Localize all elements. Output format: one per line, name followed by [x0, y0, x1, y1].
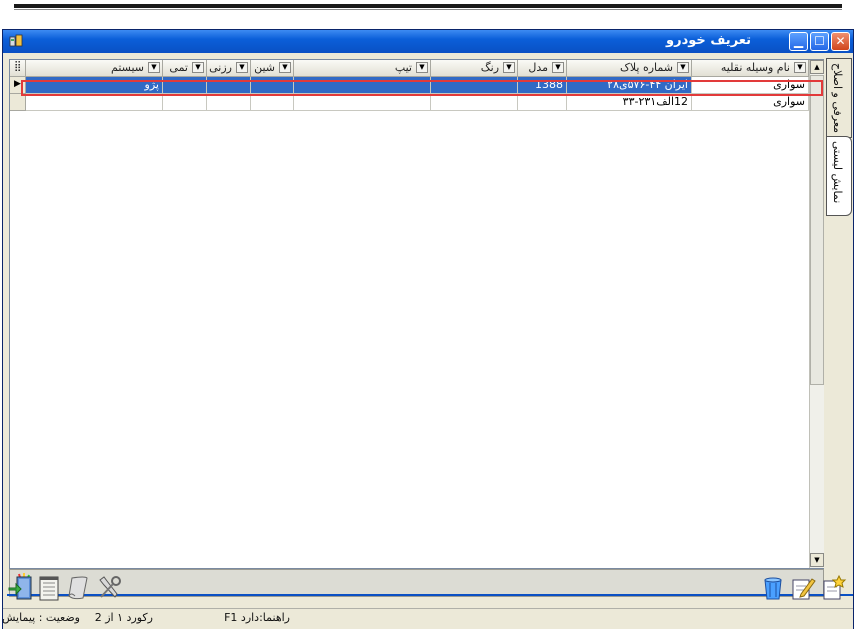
- grid-corner-icon[interactable]: ⣿: [10, 60, 26, 77]
- col-header-type[interactable]: ▼ تیپ: [294, 60, 431, 77]
- cell-plate[interactable]: 12الف۲۳۱-۳۳: [567, 94, 692, 111]
- cell-type[interactable]: [294, 77, 431, 94]
- vehicle-grid[interactable]: ⣿ ▼ نام وسیله نقلیه ▼ شماره پلاک ▼ مدل ▼ رنگ…: [9, 59, 824, 569]
- vertical-scrollbar[interactable]: ▲ ▼: [809, 60, 824, 568]
- car-app-icon[interactable]: [9, 34, 23, 48]
- exit-icon[interactable]: [7, 574, 35, 602]
- cell-capacity[interactable]: [163, 77, 207, 94]
- chevron-down-icon[interactable]: ▼: [677, 62, 689, 73]
- col-header-color[interactable]: ▼ رنگ: [431, 60, 518, 77]
- chevron-down-icon[interactable]: ▼: [279, 62, 291, 73]
- cell-vehicle-name[interactable]: سواری: [692, 94, 809, 111]
- row-pointer-icon[interactable]: ▶: [10, 77, 26, 94]
- top-border-line-thin: [14, 9, 842, 10]
- tab-define-edit[interactable]: معرفی و اصلاح: [826, 58, 852, 138]
- scrollbar-thumb[interactable]: [810, 75, 824, 385]
- title-bar[interactable]: تعریف خودرو ▁ ☐ ✕: [3, 30, 853, 53]
- tab-list-view[interactable]: نمایش لیستی: [826, 136, 852, 216]
- cell-chassis[interactable]: [251, 77, 294, 94]
- chevron-down-icon[interactable]: ▼: [503, 62, 515, 73]
- cell-chassis[interactable]: [251, 94, 294, 111]
- chevron-down-icon[interactable]: ▼: [552, 62, 564, 73]
- col-header-weight[interactable]: ▼ رزنی: [207, 60, 251, 77]
- col-header-model[interactable]: ▼ مدل: [518, 60, 567, 77]
- lower-panel: [9, 569, 824, 597]
- col-header-plate[interactable]: ▼ شماره پلاک: [567, 60, 692, 77]
- cell-color[interactable]: [431, 94, 518, 111]
- new-icon[interactable]: [819, 574, 847, 602]
- maximize-button[interactable]: ☐: [810, 32, 829, 51]
- scroll-up-icon[interactable]: ▲: [810, 60, 824, 74]
- vehicle-definition-window: تعریف خودرو ▁ ☐ ✕ ⣿ ▼ نام وسیله نقلیه ▼ شم…: [2, 29, 854, 629]
- top-border-line: [14, 4, 842, 8]
- chevron-down-icon[interactable]: ▼: [148, 62, 160, 73]
- cell-type[interactable]: [294, 94, 431, 111]
- cell-model[interactable]: 1388: [518, 77, 567, 94]
- scroll-icon[interactable]: [65, 574, 93, 602]
- cell-weight[interactable]: [207, 94, 251, 111]
- chevron-down-icon[interactable]: ▼: [416, 62, 428, 73]
- notebook-icon[interactable]: [35, 574, 63, 602]
- cell-weight[interactable]: [207, 77, 251, 94]
- cell-vehicle-name[interactable]: سواری: [692, 77, 809, 94]
- cell-system[interactable]: پژو: [26, 77, 163, 94]
- cell-color[interactable]: [431, 77, 518, 94]
- record-counter: رکورد ۱ از 2: [94, 611, 153, 624]
- cell-system[interactable]: [26, 94, 163, 111]
- cell-plate[interactable]: ایران ۴۴-۵۷۶ی۲۸: [567, 77, 692, 94]
- row-selector[interactable]: [10, 94, 26, 111]
- tools-icon[interactable]: [95, 574, 123, 602]
- close-button[interactable]: ✕: [831, 32, 850, 51]
- minimize-button[interactable]: ▁: [789, 32, 808, 51]
- edit-icon[interactable]: [789, 574, 817, 602]
- status-text: وضعیت : پیمایش: [2, 611, 80, 624]
- delete-icon[interactable]: [759, 574, 787, 602]
- col-header-system[interactable]: ▼ سیستم: [26, 60, 163, 77]
- col-header-capacity[interactable]: ▼ تمی: [163, 60, 207, 77]
- col-header-chassis[interactable]: ▼ شین: [251, 60, 294, 77]
- cell-capacity[interactable]: [163, 94, 207, 111]
- status-bar: راهنما:دارد F1 رکورد ۱ از 2 وضعیت : پیما…: [2, 608, 853, 629]
- col-header-vehicle-name[interactable]: ▼ نام وسیله نقلیه: [692, 60, 809, 77]
- window-title: تعریف خودرو: [666, 33, 751, 48]
- chevron-down-icon[interactable]: ▼: [236, 62, 248, 73]
- chevron-down-icon[interactable]: ▼: [192, 62, 204, 73]
- separator: [7, 594, 853, 596]
- chevron-down-icon[interactable]: ▼: [794, 62, 806, 73]
- cell-model[interactable]: [518, 94, 567, 111]
- scroll-down-icon[interactable]: ▼: [810, 553, 824, 567]
- help-hint: راهنما:دارد F1: [224, 611, 290, 624]
